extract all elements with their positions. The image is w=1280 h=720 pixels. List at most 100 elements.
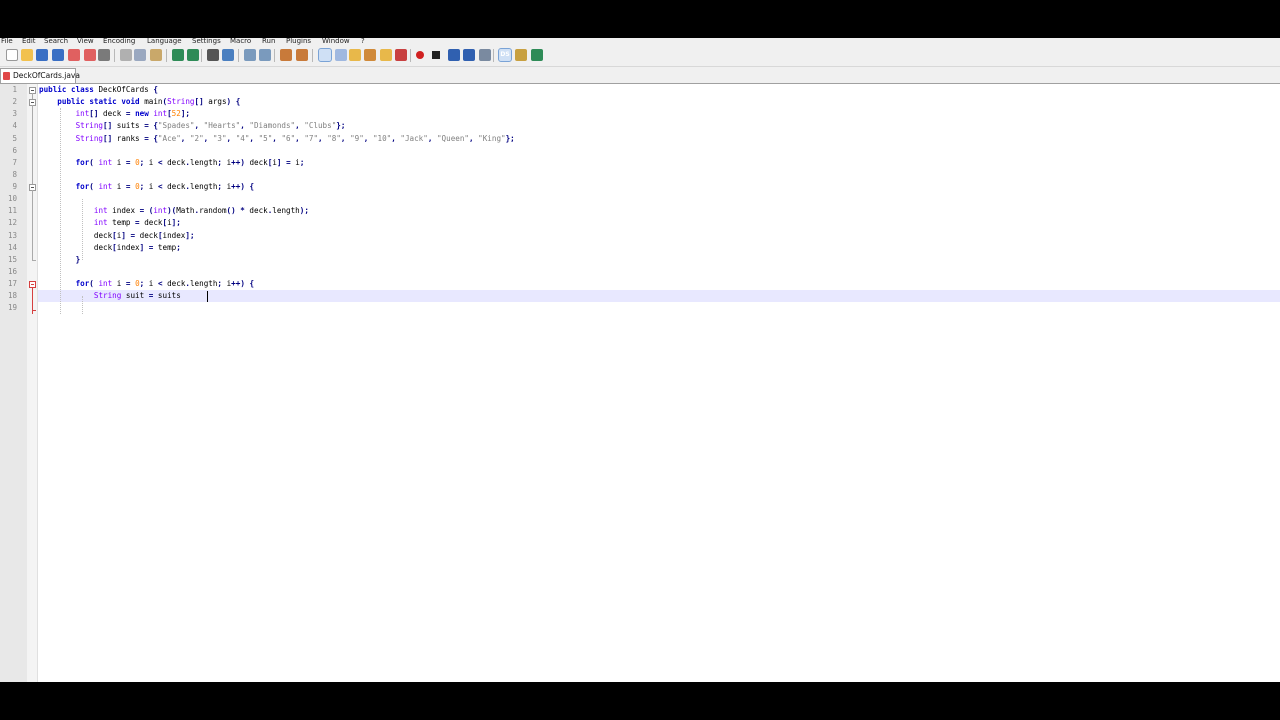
menu-search[interactable]: Search: [44, 38, 68, 46]
menu-plugins[interactable]: Plugins: [286, 38, 311, 46]
line-number: 15: [7, 254, 17, 264]
close-icon[interactable]: [68, 49, 80, 61]
zoom-in-icon[interactable]: [244, 49, 256, 61]
new-file-icon[interactable]: [6, 49, 18, 61]
text-caret: [207, 290, 208, 302]
code-line[interactable]: int[] deck = new int[52];: [39, 108, 190, 120]
line-number: 8: [12, 169, 17, 179]
toolbar-separator: [238, 49, 239, 62]
line-number: 14: [7, 242, 17, 252]
save-icon[interactable]: [36, 49, 48, 61]
line-number: 2: [12, 97, 17, 107]
paste-icon[interactable]: [150, 49, 162, 61]
toolbar-separator: [493, 49, 494, 62]
replace-icon[interactable]: [222, 49, 234, 61]
menu-view[interactable]: View: [77, 38, 94, 46]
undo-icon[interactable]: [172, 49, 184, 61]
fold-end-marker: [32, 309, 36, 311]
menu-file[interactable]: File: [1, 38, 13, 46]
line-number: 19: [7, 303, 17, 313]
code-line[interactable]: String[] ranks = {"Ace", "2", "3", "4", …: [39, 133, 515, 145]
save-macro-icon[interactable]: [479, 49, 491, 61]
code-line[interactable]: for( int i = 0; i < deck.length; i++) {: [39, 278, 254, 290]
tab-bar: DeckOfCards.java: [0, 67, 1280, 84]
tab-label: DeckOfCards.java: [13, 71, 80, 80]
indent-guide: [82, 296, 83, 315]
print-icon[interactable]: [98, 49, 110, 61]
spell-check-icon[interactable]: [531, 49, 543, 61]
line-number: 6: [12, 145, 17, 155]
close-all-icon[interactable]: [84, 49, 96, 61]
zoom-out-icon[interactable]: [259, 49, 271, 61]
folder-as-workspace-icon[interactable]: [395, 49, 407, 61]
plugin-2-icon[interactable]: [515, 49, 527, 61]
tab-deckofcards[interactable]: DeckOfCards.java: [0, 68, 80, 83]
save-all-icon[interactable]: [52, 49, 64, 61]
line-number: 1: [12, 85, 17, 94]
toolbar-separator: [312, 49, 313, 62]
line-number: 3: [12, 109, 17, 119]
line-number: 13: [7, 230, 17, 240]
toolbar: DS: [0, 46, 1280, 67]
record-macro-icon[interactable]: [416, 51, 424, 59]
code-editor[interactable]: 1 public class DeckOfCards { 2 public stat…: [0, 84, 1280, 682]
code-line[interactable]: public class DeckOfCards {: [39, 84, 158, 96]
indent-guide-icon[interactable]: [349, 49, 361, 61]
toolbar-separator: [201, 49, 202, 62]
current-line-highlight: [38, 290, 1280, 303]
menu-help[interactable]: ?: [361, 38, 365, 46]
playback-macro-icon[interactable]: [448, 49, 460, 61]
open-file-icon[interactable]: [21, 49, 33, 61]
menu-window[interactable]: Window: [322, 38, 350, 46]
letterbox-bottom: [0, 682, 1280, 720]
toolbar-separator: [166, 49, 167, 62]
menu-settings[interactable]: Settings: [192, 38, 221, 46]
code-line[interactable]: for( int i = 0; i < deck.length; i++) de…: [39, 157, 305, 169]
menu-edit[interactable]: Edit: [22, 38, 36, 46]
menu-bar: File Edit Search View Encoding Language Settin…: [0, 38, 1280, 46]
line-number: 4: [12, 121, 17, 131]
stop-recording-icon[interactable]: [432, 51, 440, 59]
find-icon[interactable]: [207, 49, 219, 61]
indent-guide: [60, 108, 61, 315]
word-wrap-icon[interactable]: [318, 48, 332, 62]
line-number: 11: [7, 206, 17, 216]
cut-icon[interactable]: [120, 49, 132, 61]
run-macro-multiple-icon[interactable]: [463, 49, 475, 61]
menu-encoding[interactable]: Encoding: [103, 38, 135, 46]
menu-run[interactable]: Run: [262, 38, 275, 46]
line-number: 5: [12, 133, 17, 143]
fold-line: [32, 105, 33, 185]
sync-horizontal-icon[interactable]: [296, 49, 308, 61]
file-modified-icon: [3, 72, 10, 80]
line-number: 9: [12, 182, 17, 192]
letterbox-top: [0, 0, 1280, 38]
sync-vertical-icon[interactable]: [280, 49, 292, 61]
toolbar-separator: [410, 49, 411, 62]
user-language-icon[interactable]: [364, 49, 376, 61]
function-list-icon[interactable]: [380, 49, 392, 61]
toolbar-separator: [274, 49, 275, 62]
fold-line: [32, 190, 33, 260]
menu-macro[interactable]: Macro: [230, 38, 251, 46]
redo-icon[interactable]: [187, 49, 199, 61]
code-line[interactable]: int index = (int)(Math.random() * deck.l…: [39, 205, 309, 217]
indent-guide: [82, 199, 83, 260]
line-number: 7: [12, 157, 17, 167]
toolbar-separator: [114, 49, 115, 62]
fold-line: [32, 93, 33, 100]
line-number: 17: [7, 279, 17, 289]
code-line[interactable]: public static void main(String[] args) {: [39, 96, 240, 108]
code-line[interactable]: for( int i = 0; i < deck.length; i++) {: [39, 181, 254, 193]
line-number: 16: [7, 266, 17, 276]
show-all-chars-icon[interactable]: [335, 49, 347, 61]
line-number: 10: [7, 194, 17, 204]
line-number: 18: [7, 291, 17, 301]
notepadpp-window: File Edit Search View Encoding Language Settin…: [0, 38, 1280, 682]
code-line[interactable]: deck[i] = deck[index];: [39, 230, 195, 242]
code-line[interactable]: String[] suits = {"Spades", "Hearts", "D…: [39, 120, 346, 132]
menu-language[interactable]: Language: [147, 38, 182, 46]
ds-plugin-icon[interactable]: DS: [498, 48, 512, 62]
copy-icon[interactable]: [134, 49, 146, 61]
fold-end-marker: [32, 259, 36, 261]
